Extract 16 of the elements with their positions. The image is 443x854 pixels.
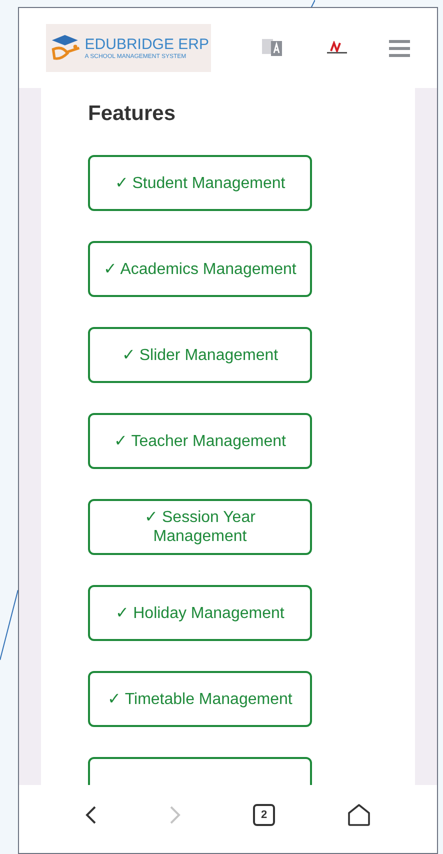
logo-title: EDUBRIDGE ERP — [84, 36, 209, 52]
feature-card: ✓ Slider Management — [88, 327, 312, 383]
translate-icon[interactable] — [261, 37, 283, 59]
section-title: Features — [88, 101, 177, 127]
feature-card: ✓ Academics Management — [88, 241, 312, 297]
feature-card: ✓ Holiday Management — [88, 585, 312, 641]
tabs-button[interactable]: 2 — [253, 804, 275, 826]
feature-card: ✓ Session Year Management — [88, 499, 312, 555]
back-icon[interactable] — [85, 805, 97, 825]
feature-card: ✓ Timetable Management — [88, 671, 312, 727]
decorative-line — [0, 590, 18, 660]
feature-card: ✓ Student Management — [88, 155, 312, 211]
brand-logo-icon — [325, 41, 349, 55]
feature-card: ✓ Teacher Management — [88, 413, 312, 469]
menu-icon[interactable] — [389, 40, 410, 56]
home-icon[interactable] — [347, 803, 371, 827]
